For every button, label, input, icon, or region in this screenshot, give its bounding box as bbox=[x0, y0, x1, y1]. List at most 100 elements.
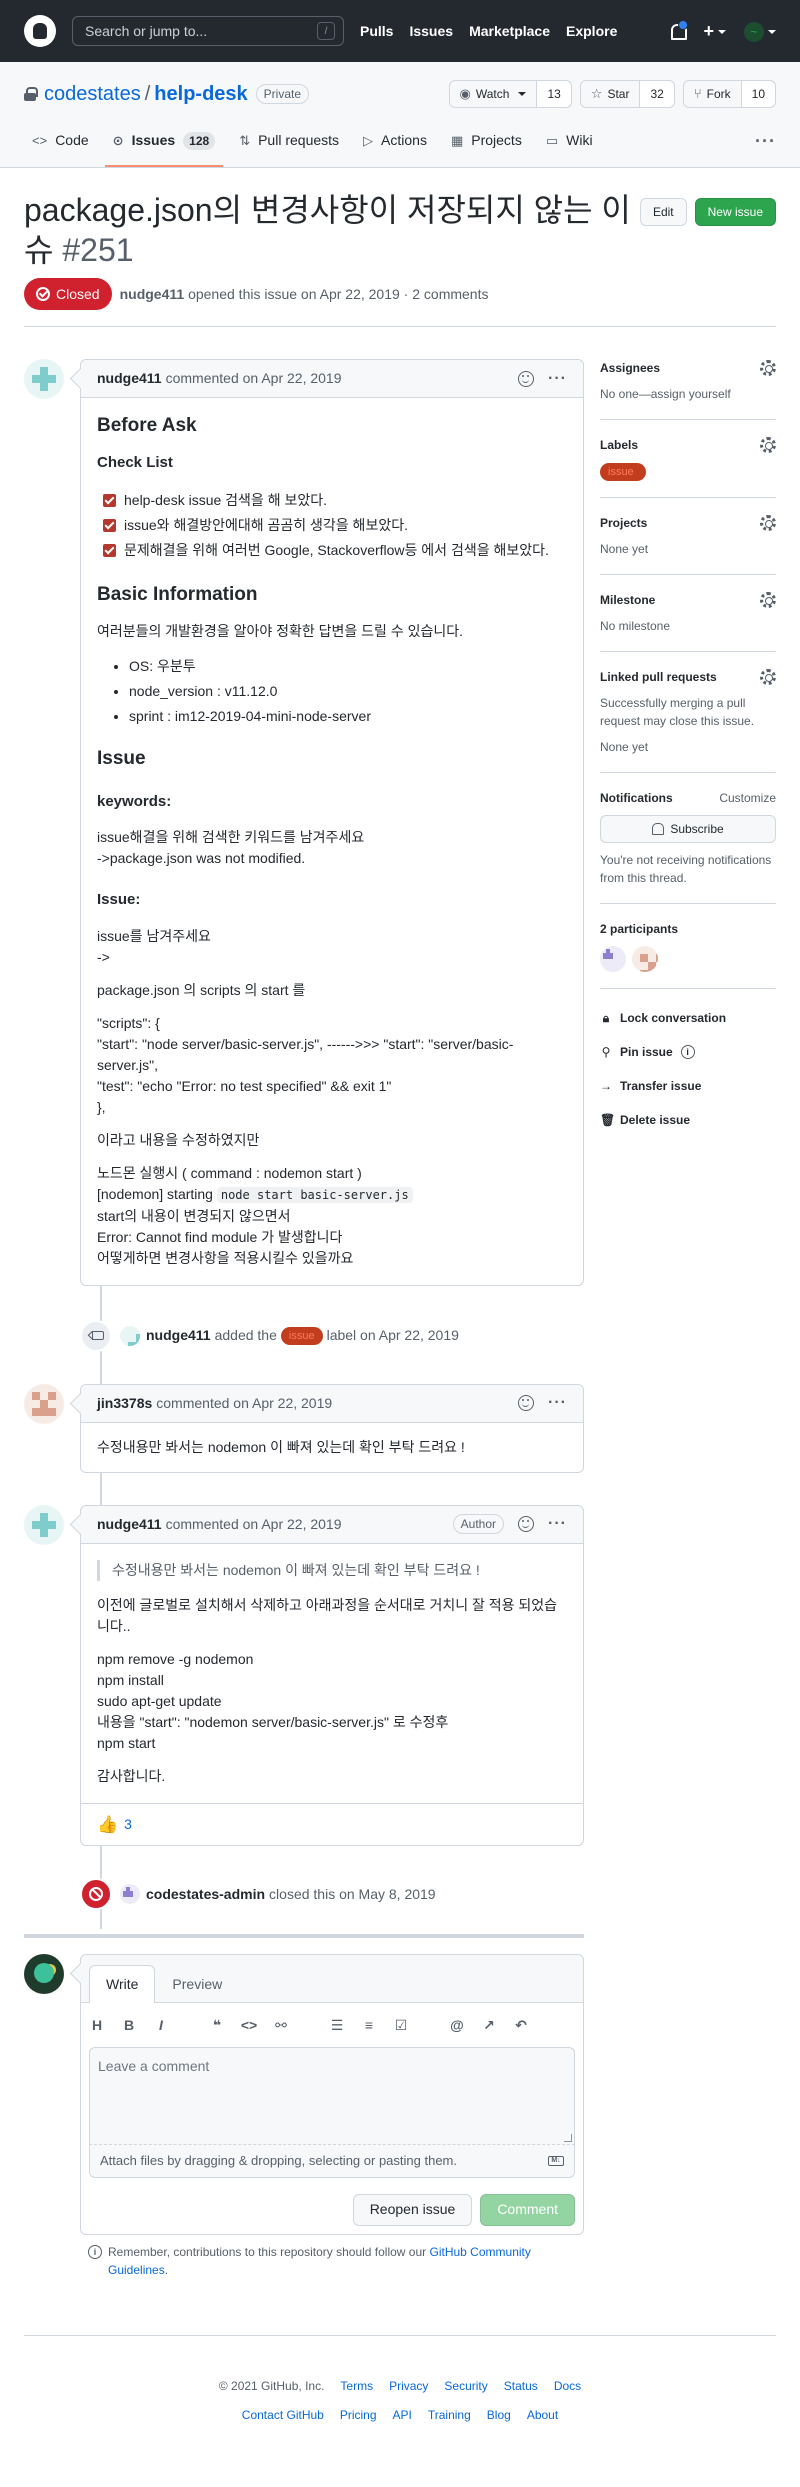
gear-icon[interactable] bbox=[760, 669, 776, 685]
bold-icon[interactable]: B bbox=[121, 2015, 137, 2036]
footer-link[interactable]: Privacy bbox=[389, 2376, 428, 2397]
gear-icon[interactable] bbox=[760, 360, 776, 376]
discussion: nudge411 commented on Apr 22, 2019 ··· Be… bbox=[0, 359, 800, 2287]
add-reaction-icon[interactable] bbox=[518, 1516, 535, 1533]
mention-icon[interactable]: @ bbox=[449, 2015, 465, 2036]
watch-button[interactable]: ◉ Watch 13 bbox=[448, 80, 572, 108]
subscribe-button[interactable]: Subscribe bbox=[600, 815, 776, 843]
code-icon[interactable]: <> bbox=[241, 2015, 257, 2036]
participant-avatar[interactable] bbox=[600, 946, 626, 972]
checkbox-checked-icon[interactable] bbox=[103, 519, 116, 533]
comment-timestamp[interactable]: commented on Apr 22, 2019 bbox=[166, 1514, 342, 1535]
avatar[interactable] bbox=[24, 359, 64, 399]
nav-marketplace[interactable]: Marketplace bbox=[469, 21, 550, 42]
github-logo-icon[interactable] bbox=[24, 15, 56, 47]
create-new-menu[interactable]: + bbox=[703, 18, 726, 45]
assignees-value[interactable]: No one—assign yourself bbox=[600, 385, 776, 403]
task-list-icon[interactable]: ☑ bbox=[393, 2015, 409, 2036]
tab-issues[interactable]: ⊙ Issues 128 bbox=[104, 128, 224, 167]
footer-link[interactable]: About bbox=[527, 2405, 558, 2426]
nav-explore[interactable]: Explore bbox=[566, 21, 617, 42]
footer-link[interactable]: Status bbox=[504, 2376, 538, 2397]
delete-issue-link[interactable]: 🗑︎ Delete issue bbox=[600, 1103, 776, 1137]
fork-button[interactable]: ⑂ Fork 10 bbox=[682, 80, 776, 108]
reopen-issue-button[interactable]: Reopen issue bbox=[352, 2193, 473, 2226]
footer-link[interactable]: Docs bbox=[554, 2376, 581, 2397]
repo-name-link[interactable]: help-desk bbox=[154, 79, 247, 109]
footer-link[interactable]: Pricing bbox=[340, 2405, 377, 2426]
comment-timestamp[interactable]: commented on Apr 22, 2019 bbox=[156, 1393, 332, 1414]
avatar[interactable] bbox=[120, 1884, 140, 1905]
more-tabs-icon[interactable]: ··· bbox=[755, 128, 776, 167]
comment-options-icon[interactable]: ··· bbox=[548, 367, 567, 391]
italic-icon[interactable]: I bbox=[153, 2015, 169, 2036]
search-input[interactable]: Search or jump to... / bbox=[72, 16, 344, 46]
bulleted-list-icon[interactable]: ☰ bbox=[329, 2015, 345, 2036]
footer-link[interactable]: Contact GitHub bbox=[242, 2405, 324, 2426]
comment-timestamp[interactable]: commented on Apr 22, 2019 bbox=[166, 368, 342, 389]
tab-write[interactable]: Write bbox=[89, 1965, 156, 2004]
link-icon[interactable]: ⚯ bbox=[273, 2015, 289, 2036]
comment-submit-button[interactable]: Comment bbox=[480, 2193, 575, 2226]
add-reaction-icon[interactable] bbox=[518, 370, 535, 387]
nav-pulls[interactable]: Pulls bbox=[360, 21, 393, 42]
footer-link[interactable]: Training bbox=[428, 2405, 471, 2426]
user-menu[interactable]: ~ bbox=[744, 21, 776, 42]
edit-title-button[interactable]: Edit bbox=[639, 198, 687, 226]
label-badge[interactable]: issue bbox=[600, 463, 646, 481]
comment-options-icon[interactable]: ··· bbox=[548, 1391, 567, 1415]
quote-icon[interactable]: ❝ bbox=[209, 2015, 225, 2036]
footer-link[interactable]: Security bbox=[444, 2376, 487, 2397]
customize-link[interactable]: Customize bbox=[719, 789, 776, 807]
avatar[interactable] bbox=[24, 1954, 64, 1995]
notifications-bell-icon[interactable] bbox=[669, 20, 689, 40]
tab-projects[interactable]: ▦ Projects bbox=[443, 128, 530, 167]
saved-replies-icon[interactable]: ↶ bbox=[513, 2015, 529, 2036]
event-author-link[interactable]: nudge411 bbox=[146, 1325, 211, 1346]
event-author-link[interactable]: codestates-admin bbox=[146, 1884, 265, 1905]
issue-author-link[interactable]: nudge411 bbox=[120, 286, 185, 302]
comment-author-link[interactable]: nudge411 bbox=[97, 368, 162, 389]
tab-preview[interactable]: Preview bbox=[155, 1965, 239, 2003]
numbered-list-icon[interactable]: ≡ bbox=[361, 2015, 377, 2036]
gear-icon[interactable] bbox=[760, 592, 776, 608]
tab-code[interactable]: <> Code bbox=[24, 128, 97, 167]
comment-author-link[interactable]: jin3378s bbox=[97, 1393, 152, 1414]
footer-link[interactable]: Terms bbox=[340, 2376, 373, 2397]
add-reaction-icon[interactable] bbox=[518, 1395, 535, 1412]
footer-link[interactable]: Blog bbox=[487, 2405, 511, 2426]
new-issue-button[interactable]: New issue bbox=[694, 198, 776, 226]
avatar[interactable] bbox=[24, 1383, 64, 1424]
checkbox-checked-icon[interactable] bbox=[103, 544, 116, 558]
participant-avatar[interactable] bbox=[632, 946, 658, 972]
cross-reference-icon[interactable]: ↗ bbox=[481, 2015, 497, 2036]
comment-textarea[interactable]: Leave a comment bbox=[89, 2047, 575, 2146]
resize-handle-icon[interactable] bbox=[564, 2134, 572, 2143]
repo-owner-link[interactable]: codestates bbox=[44, 79, 141, 109]
heading-icon[interactable]: H bbox=[89, 2015, 105, 2036]
tab-pull-requests[interactable]: ⇅ Pull requests bbox=[231, 128, 347, 167]
avatar[interactable] bbox=[120, 1325, 140, 1346]
transfer-issue-link[interactable]: → Transfer issue bbox=[600, 1069, 776, 1103]
thumbs-up-reaction[interactable]: 👍 3 bbox=[97, 1812, 132, 1838]
watch-count[interactable]: 13 bbox=[537, 81, 571, 107]
nav-issues[interactable]: Issues bbox=[409, 21, 453, 42]
comment-options-icon[interactable]: ··· bbox=[548, 1512, 567, 1536]
star-count[interactable]: 32 bbox=[640, 81, 674, 107]
lock-conversation-link[interactable]: 🔒︎ Lock conversation bbox=[600, 1001, 776, 1035]
fork-count[interactable]: 10 bbox=[741, 81, 775, 107]
footer-link[interactable]: API bbox=[393, 2405, 412, 2426]
label-badge[interactable]: issue bbox=[280, 1326, 323, 1345]
gear-icon[interactable] bbox=[760, 437, 776, 453]
checkbox-checked-icon[interactable] bbox=[103, 494, 116, 508]
comment-author-link[interactable]: nudge411 bbox=[97, 1514, 162, 1535]
gear-icon[interactable] bbox=[760, 515, 776, 531]
markdown-icon[interactable]: M↓ bbox=[548, 2156, 564, 2166]
avatar[interactable] bbox=[24, 1504, 64, 1545]
pin-issue-link[interactable]: ⚲ Pin issue i bbox=[600, 1035, 776, 1069]
heading-checklist: Check List bbox=[97, 453, 173, 471]
star-button[interactable]: ☆ Star 32 bbox=[579, 80, 675, 108]
attach-files-bar[interactable]: Attach files by dragging & dropping, sel… bbox=[89, 2145, 575, 2178]
tab-wiki[interactable]: ▭ Wiki bbox=[538, 128, 601, 167]
tab-actions[interactable]: ▷ Actions bbox=[355, 128, 435, 167]
